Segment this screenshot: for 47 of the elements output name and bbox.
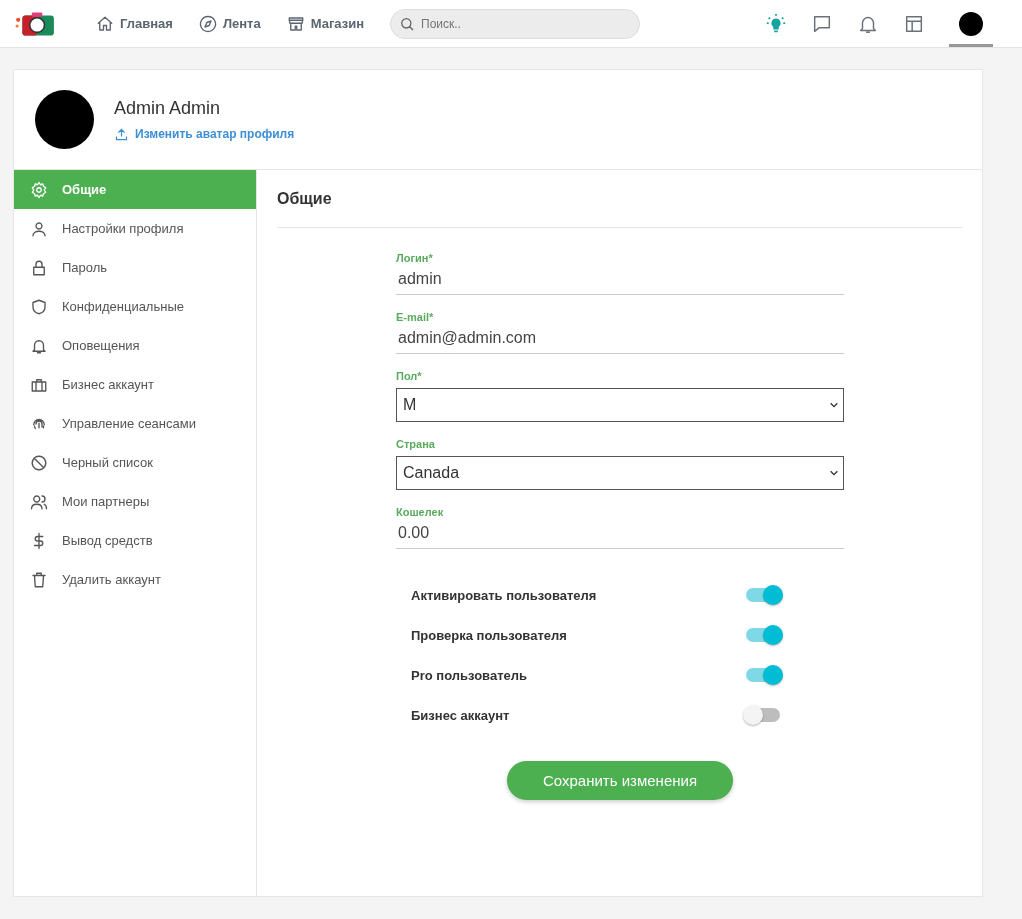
nav-link[interactable]: Главная — [96, 14, 173, 33]
select-field[interactable]: M — [396, 388, 844, 422]
lightbulb-icon[interactable] — [765, 12, 787, 35]
sidebar-item[interactable]: Удалить аккаунт — [14, 560, 256, 599]
upload-icon — [114, 126, 129, 142]
sidebar-item[interactable]: Конфиденциальные — [14, 287, 256, 326]
select-field[interactable]: Canada — [396, 456, 844, 490]
sidebar-item[interactable]: Черный список — [14, 443, 256, 482]
people-icon — [30, 492, 48, 511]
section-title: Общие — [277, 170, 962, 228]
input-field[interactable]: 0.00 — [396, 524, 844, 549]
field-label: Кошелек — [396, 506, 445, 518]
input-field[interactable]: admin@admin.com — [396, 329, 844, 354]
settings-icon — [30, 180, 48, 199]
field-label: Логин* — [396, 252, 434, 264]
input-field[interactable]: admin — [396, 270, 844, 295]
lock-icon — [30, 258, 48, 277]
sidebar-item[interactable]: Бизнес аккаунт — [14, 365, 256, 404]
sidebar-item[interactable]: Управление сеансами — [14, 404, 256, 443]
nav-link[interactable]: Лента — [198, 14, 261, 33]
field-label: E-mail* — [396, 311, 435, 323]
sidebar-item[interactable]: Настройки профиля — [14, 209, 256, 248]
store-icon — [286, 14, 305, 33]
sidebar-item[interactable]: Вывод средств — [14, 521, 256, 560]
camera-logo-icon[interactable] — [14, 10, 56, 37]
search-icon — [399, 15, 415, 32]
shield-icon — [30, 297, 48, 316]
sidebar-item[interactable]: Оповещения — [14, 326, 256, 365]
field-label: Страна — [396, 438, 436, 450]
toggle-label: Активировать пользователя — [411, 587, 597, 603]
person-icon — [30, 219, 48, 238]
field-label: Пол* — [396, 370, 423, 382]
compass-icon — [198, 14, 217, 33]
profile-name: Admin Admin — [114, 97, 222, 119]
sidebar-item[interactable]: Пароль — [14, 248, 256, 287]
avatar[interactable] — [959, 11, 983, 36]
trash-icon — [30, 570, 48, 589]
chevron-down-icon — [829, 400, 839, 410]
toggle-label: Проверка пользователя — [411, 627, 567, 643]
sidebar-item[interactable]: Мои партнеры — [14, 482, 256, 521]
search-field[interactable]: Поиск.. — [390, 8, 640, 39]
nav-link[interactable]: Магазин — [286, 14, 364, 33]
house-icon — [96, 14, 114, 33]
toggle-label: Pro пользователь — [411, 667, 527, 683]
toggle-label: Бизнес аккаунт — [411, 707, 510, 723]
chevron-down-icon — [829, 468, 839, 478]
ban-icon — [30, 453, 48, 472]
